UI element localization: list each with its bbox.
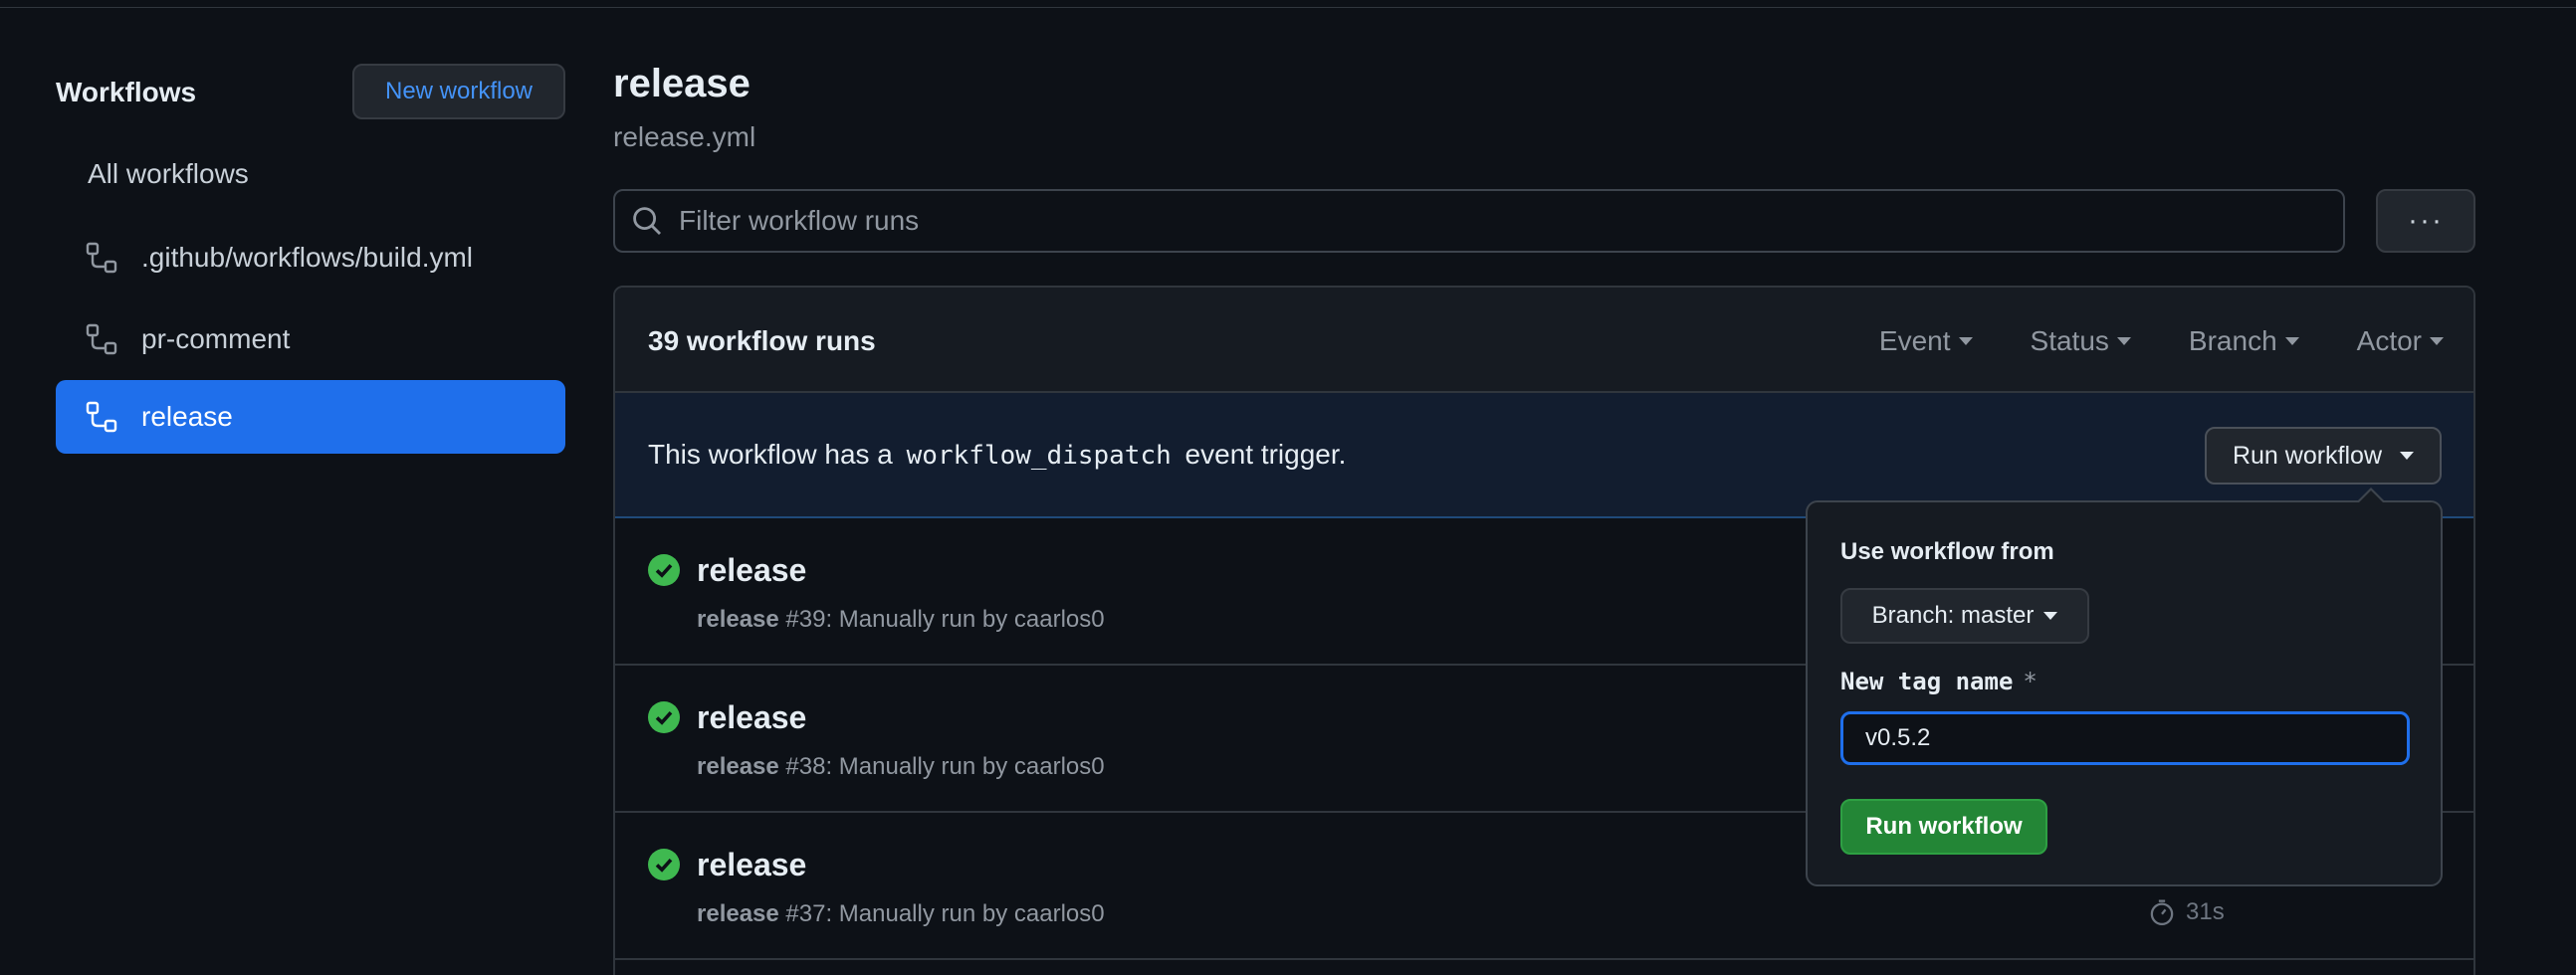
kebab-icon: ··· (2408, 204, 2444, 237)
workflow-icon (86, 242, 117, 274)
run-meta: release #39: Manually run by caarlos0 (697, 606, 1105, 634)
caret-down-icon (1958, 337, 1973, 345)
sidebar-item-pr-comment[interactable]: pr-comment (56, 302, 565, 376)
popup-arrow-inner (2359, 490, 2383, 502)
run-meta-detail: #37: Manually run by caarlos0 (778, 900, 1105, 927)
dispatch-text-after: event trigger. (1184, 439, 1347, 470)
run-meta: release #38: Manually run by caarlos0 (697, 753, 1105, 781)
page-title: release (613, 62, 751, 105)
stopwatch-icon (2150, 899, 2174, 926)
runs-filters: Event Status Branch Actor (1822, 325, 2444, 357)
branch-select-label: Branch: master (1871, 602, 2035, 629)
run-meta-detail: #38: Manually run by caarlos0 (778, 753, 1105, 780)
filter-box (613, 189, 2345, 253)
run-workflow-submit-button[interactable]: Run workflow (1840, 799, 2047, 855)
use-workflow-from-label: Use workflow from (1840, 538, 2054, 565)
filter-label: Actor (2356, 325, 2422, 356)
caret-down-icon (2430, 337, 2444, 345)
caret-down-icon (2116, 337, 2131, 345)
filter-label: Event (1878, 325, 1951, 356)
run-meta: release #37: Manually run by caarlos0 (697, 900, 1105, 928)
search-icon (633, 207, 661, 235)
required-mark: * (2023, 668, 2038, 695)
workflow-icon (86, 323, 117, 355)
workflow-filename[interactable]: release.yml (613, 121, 755, 153)
filter-label: Branch (2188, 325, 2277, 356)
actor-filter[interactable]: Actor (2357, 325, 2444, 357)
dispatch-code: workflow_dispatch (906, 441, 1172, 471)
branch-filter[interactable]: Branch (2189, 325, 2299, 357)
sidebar-item-label: pr-comment (141, 323, 291, 354)
sidebar-item-all-workflows[interactable]: All workflows (88, 158, 249, 190)
runs-header: 39 workflow runs Event Status Branch Act… (615, 288, 2473, 393)
sidebar-item-release[interactable]: release (56, 380, 565, 454)
filter-label: Status (2030, 325, 2109, 356)
sidebar-item-label: release (141, 401, 233, 432)
caret-down-icon (2043, 612, 2058, 620)
workflow-icon (86, 401, 117, 433)
event-filter[interactable]: Event (1879, 325, 1973, 357)
dispatch-text-before: This workflow has a (648, 439, 893, 470)
caret-down-icon (2284, 337, 2299, 345)
branch-select-button[interactable]: Branch: master (1840, 588, 2089, 644)
workflows-sidebar: Workflows New workflow All workflows .gi… (56, 64, 565, 454)
sidebar-header: Workflows New workflow (56, 64, 565, 119)
run-workflow-name: release (697, 900, 779, 927)
filter-runs-input[interactable] (679, 205, 2271, 237)
runs-count: 39 workflow runs (648, 325, 876, 356)
tag-name-label: New tag name * (1840, 668, 2038, 695)
run-title[interactable]: release (697, 699, 806, 736)
more-options-button[interactable]: ··· (2376, 189, 2475, 253)
run-workflow-name: release (697, 606, 779, 633)
run-workflow-label: Run workflow (2232, 441, 2383, 470)
run-workflow-name: release (697, 753, 779, 780)
success-check-icon (648, 849, 680, 880)
sidebar-item-label: .github/workflows/build.yml (141, 242, 474, 273)
success-check-icon (648, 554, 680, 586)
tag-name-label-text: New tag name (1840, 668, 2014, 695)
tag-name-input[interactable] (1840, 711, 2410, 765)
top-divider (0, 7, 2576, 8)
caret-down-icon (2400, 452, 2415, 460)
run-workflow-dropdown-button[interactable]: Run workflow (2205, 427, 2442, 485)
success-check-icon (648, 701, 680, 733)
run-duration-value: 31s (2186, 898, 2225, 925)
dispatch-text: This workflow has a workflow_dispatch ev… (648, 439, 1346, 471)
run-duration: 31s (2148, 898, 2225, 926)
status-filter[interactable]: Status (2031, 325, 2131, 357)
new-workflow-button[interactable]: New workflow (352, 64, 565, 119)
sidebar-item-build[interactable]: .github/workflows/build.yml (56, 221, 565, 294)
run-workflow-popup: Use workflow from Branch: master New tag… (1806, 500, 2443, 886)
run-title[interactable]: release (697, 552, 806, 589)
sidebar-title: Workflows (56, 77, 197, 107)
run-title[interactable]: release (697, 847, 806, 883)
run-meta-detail: #39: Manually run by caarlos0 (778, 606, 1105, 633)
